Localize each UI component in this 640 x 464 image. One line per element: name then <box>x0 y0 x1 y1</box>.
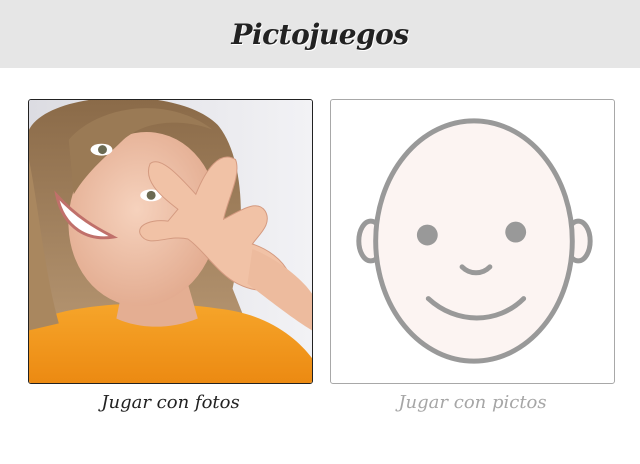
smiley-face-pictogram <box>356 118 593 364</box>
play-with-pictos-label[interactable]: Jugar con pictos <box>330 392 615 413</box>
app-header: Pictojuegos <box>0 0 640 68</box>
app-title: Pictojuegos <box>231 17 409 51</box>
play-with-pictos-card[interactable] <box>330 99 615 384</box>
play-with-photos-card[interactable] <box>28 99 313 384</box>
play-with-photos-label[interactable]: Jugar con fotos <box>28 392 313 413</box>
girl-photo-image <box>29 100 312 383</box>
